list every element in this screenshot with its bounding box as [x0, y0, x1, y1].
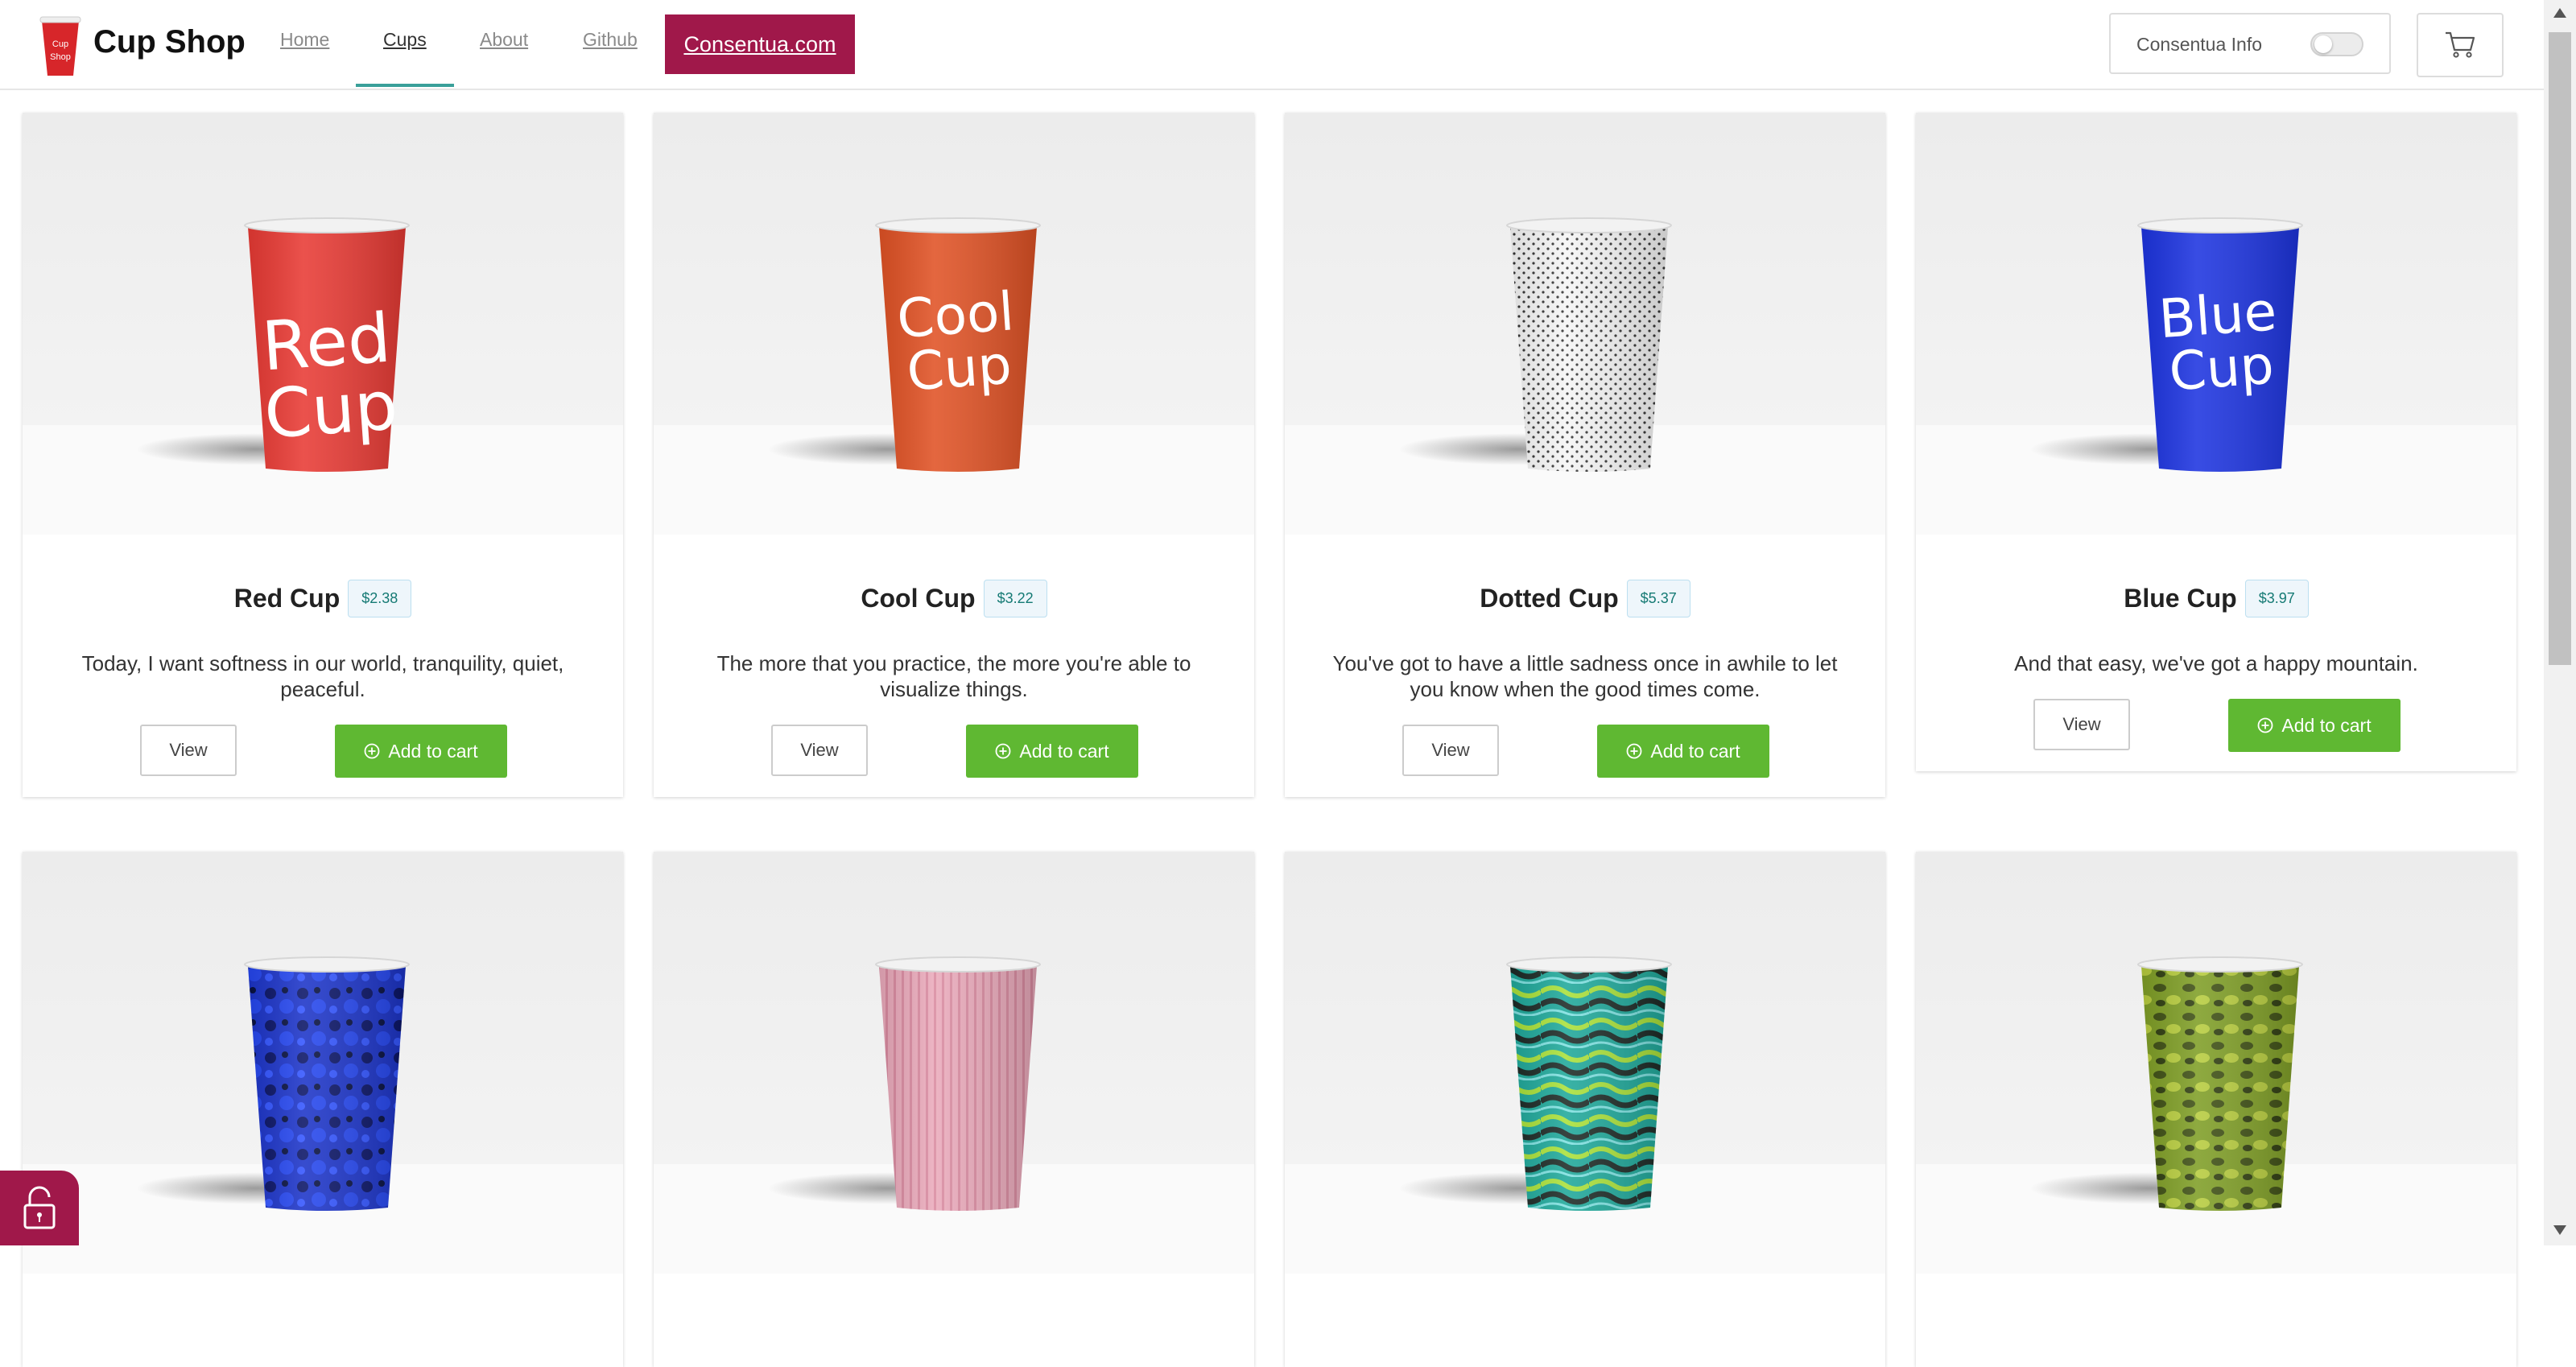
nav-github[interactable]: Github	[583, 29, 638, 51]
product-card: Blue Cup Blue Cup $3.97 And that easy, we've…	[1916, 113, 2516, 771]
cup-illustration	[1506, 956, 1672, 1211]
plus-circle-icon	[1626, 743, 1642, 759]
product-name: Blue Cup	[2124, 584, 2237, 613]
price-badge: $2.38	[348, 580, 412, 617]
add-to-cart-label: Add to cart	[388, 740, 478, 762]
plus-circle-icon	[995, 743, 1011, 759]
product-card	[1285, 852, 1885, 1367]
logo-text-shop: Shop	[50, 52, 71, 62]
product-title-row: Dotted Cup $5.37	[1285, 580, 1885, 617]
product-description: You've got to have a little sadness once…	[1332, 651, 1838, 701]
add-to-cart-button[interactable]: Add to cart	[966, 725, 1138, 778]
cup-illustration	[2137, 956, 2303, 1211]
nav-about[interactable]: About	[480, 29, 528, 51]
cup-illustration	[875, 956, 1041, 1211]
product-description: And that easy, we've got a happy mountai…	[2014, 651, 2418, 675]
top-navbar: Cup Shop Cup Shop Home Cups About Github…	[0, 0, 2544, 90]
nav-home[interactable]: Home	[280, 29, 329, 51]
consentua-info-toggle[interactable]	[2310, 32, 2363, 56]
scroll-thumb[interactable]	[2549, 32, 2571, 665]
product-name: Cool Cup	[861, 584, 976, 613]
view-button[interactable]: View	[140, 725, 237, 776]
cup-print-text: Cup	[262, 365, 400, 453]
scroll-down-arrow[interactable]	[2553, 1225, 2566, 1235]
product-name: Red Cup	[233, 584, 341, 613]
add-to-cart-button[interactable]: Add to cart	[1597, 725, 1769, 778]
cup-print-text: Cup	[2167, 334, 2276, 403]
cup-illustration	[1506, 217, 1672, 472]
plus-circle-icon	[2257, 717, 2273, 733]
add-to-cart-button[interactable]: Add to cart	[335, 725, 507, 778]
product-image[interactable]	[1916, 852, 2516, 1274]
nav-cups[interactable]: Cups	[383, 29, 427, 51]
product-title-row: Blue Cup $3.97	[1916, 580, 2516, 617]
scroll-up-arrow[interactable]	[2553, 8, 2566, 18]
add-to-cart-label: Add to cart	[1650, 740, 1740, 762]
cup-illustration: BlueCup	[2137, 217, 2303, 472]
consentua-info-panel: Consentua Info	[2109, 13, 2391, 74]
add-to-cart-label: Add to cart	[1019, 740, 1109, 762]
consentua-info-label: Consentua Info	[2136, 34, 2263, 55]
view-button[interactable]: View	[1402, 725, 1499, 776]
add-to-cart-label: Add to cart	[2281, 714, 2372, 736]
product-image[interactable]	[1285, 113, 1885, 535]
product-image[interactable]	[654, 852, 1254, 1274]
product-description: Today, I want softness in our world, tra…	[81, 651, 564, 701]
toggle-knob	[2314, 35, 2332, 53]
product-description: The more that you practice, the more you…	[716, 651, 1191, 701]
cart-icon	[2446, 31, 2475, 58]
page-scrollbar[interactable]	[2544, 0, 2576, 1245]
cup-illustration: RedCup	[244, 217, 410, 472]
price-badge: $3.97	[2244, 580, 2309, 617]
product-name: Dotted Cup	[1480, 584, 1619, 613]
cup-shop-logo[interactable]: Cup Shop	[37, 14, 84, 77]
nav-active-indicator	[356, 84, 454, 87]
product-image[interactable]: Blue Cup	[1916, 113, 2516, 535]
logo-text-cup: Cup	[52, 39, 68, 49]
plus-circle-icon	[364, 743, 380, 759]
product-title-row: Cool Cup $3.22	[654, 580, 1254, 617]
cup-print-text: Cup	[905, 334, 1013, 403]
product-card	[1916, 852, 2516, 1367]
product-image[interactable]	[1285, 852, 1885, 1274]
cart-button[interactable]	[2417, 13, 2504, 77]
price-badge: $5.37	[1626, 580, 1690, 617]
product-card: Red Cup Red Cup $2.38 Today, I want softness…	[23, 113, 623, 797]
product-image[interactable]: Red Cup	[23, 113, 623, 535]
add-to-cart-button[interactable]: Add to cart	[2228, 699, 2401, 752]
consentua-link-button[interactable]: Consentua.com	[665, 14, 855, 74]
unlock-icon	[23, 1186, 56, 1229]
product-card: Cool Cup Cool Cup $3.22 The more that you pr…	[654, 113, 1254, 797]
product-card: Dotted Cup $5.37 You've got to have a litt…	[1285, 113, 1885, 797]
product-title-row: Red Cup $2.38	[23, 580, 623, 617]
cup-illustration	[244, 956, 410, 1211]
cup-illustration: CoolCup	[875, 217, 1041, 472]
product-image[interactable]	[23, 852, 623, 1274]
consent-lock-button[interactable]	[0, 1171, 79, 1245]
view-button[interactable]: View	[771, 725, 868, 776]
product-card	[654, 852, 1254, 1367]
product-card	[23, 852, 623, 1367]
view-button[interactable]: View	[2033, 699, 2130, 750]
product-image[interactable]: Cool Cup	[654, 113, 1254, 535]
brand-title[interactable]: Cup Shop	[93, 24, 246, 60]
price-badge: $3.22	[983, 580, 1047, 617]
